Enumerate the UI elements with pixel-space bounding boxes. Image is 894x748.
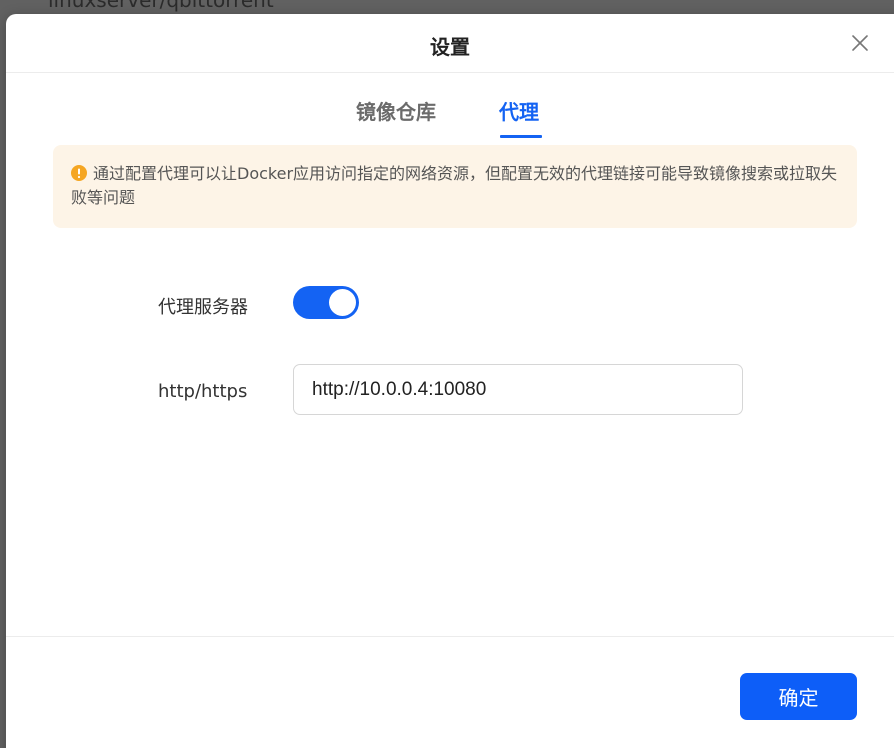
dialog-header: 设置	[6, 14, 894, 73]
proxy-server-label: 代理服务器	[158, 297, 248, 318]
background-app-title: linuxserver/qbittorrent	[48, 0, 274, 12]
toggle-knob	[329, 289, 356, 316]
close-icon	[852, 35, 868, 51]
http-https-input[interactable]	[293, 364, 743, 415]
settings-dialog: 设置 镜像仓库 代理 通过配置代理可以让Docker应用访问指定的网络资源，但配…	[6, 14, 894, 748]
active-tab-indicator	[500, 135, 542, 138]
tab-bar: 镜像仓库 代理	[6, 96, 894, 140]
warning-icon	[71, 165, 87, 181]
close-button[interactable]	[849, 32, 871, 54]
alert-text: 通过配置代理可以让Docker应用访问指定的网络资源，但配置无效的代理链接可能导…	[71, 164, 838, 207]
tab-mirror-registry[interactable]: 镜像仓库	[356, 96, 436, 125]
tab-proxy[interactable]: 代理	[499, 96, 539, 125]
footer-divider	[6, 636, 894, 637]
warning-alert: 通过配置代理可以让Docker应用访问指定的网络资源，但配置无效的代理链接可能导…	[53, 145, 857, 228]
proxy-server-toggle[interactable]	[293, 286, 359, 319]
confirm-button[interactable]: 确定	[740, 673, 857, 720]
dialog-title: 设置	[430, 35, 470, 59]
http-https-label: http/https	[158, 381, 248, 402]
